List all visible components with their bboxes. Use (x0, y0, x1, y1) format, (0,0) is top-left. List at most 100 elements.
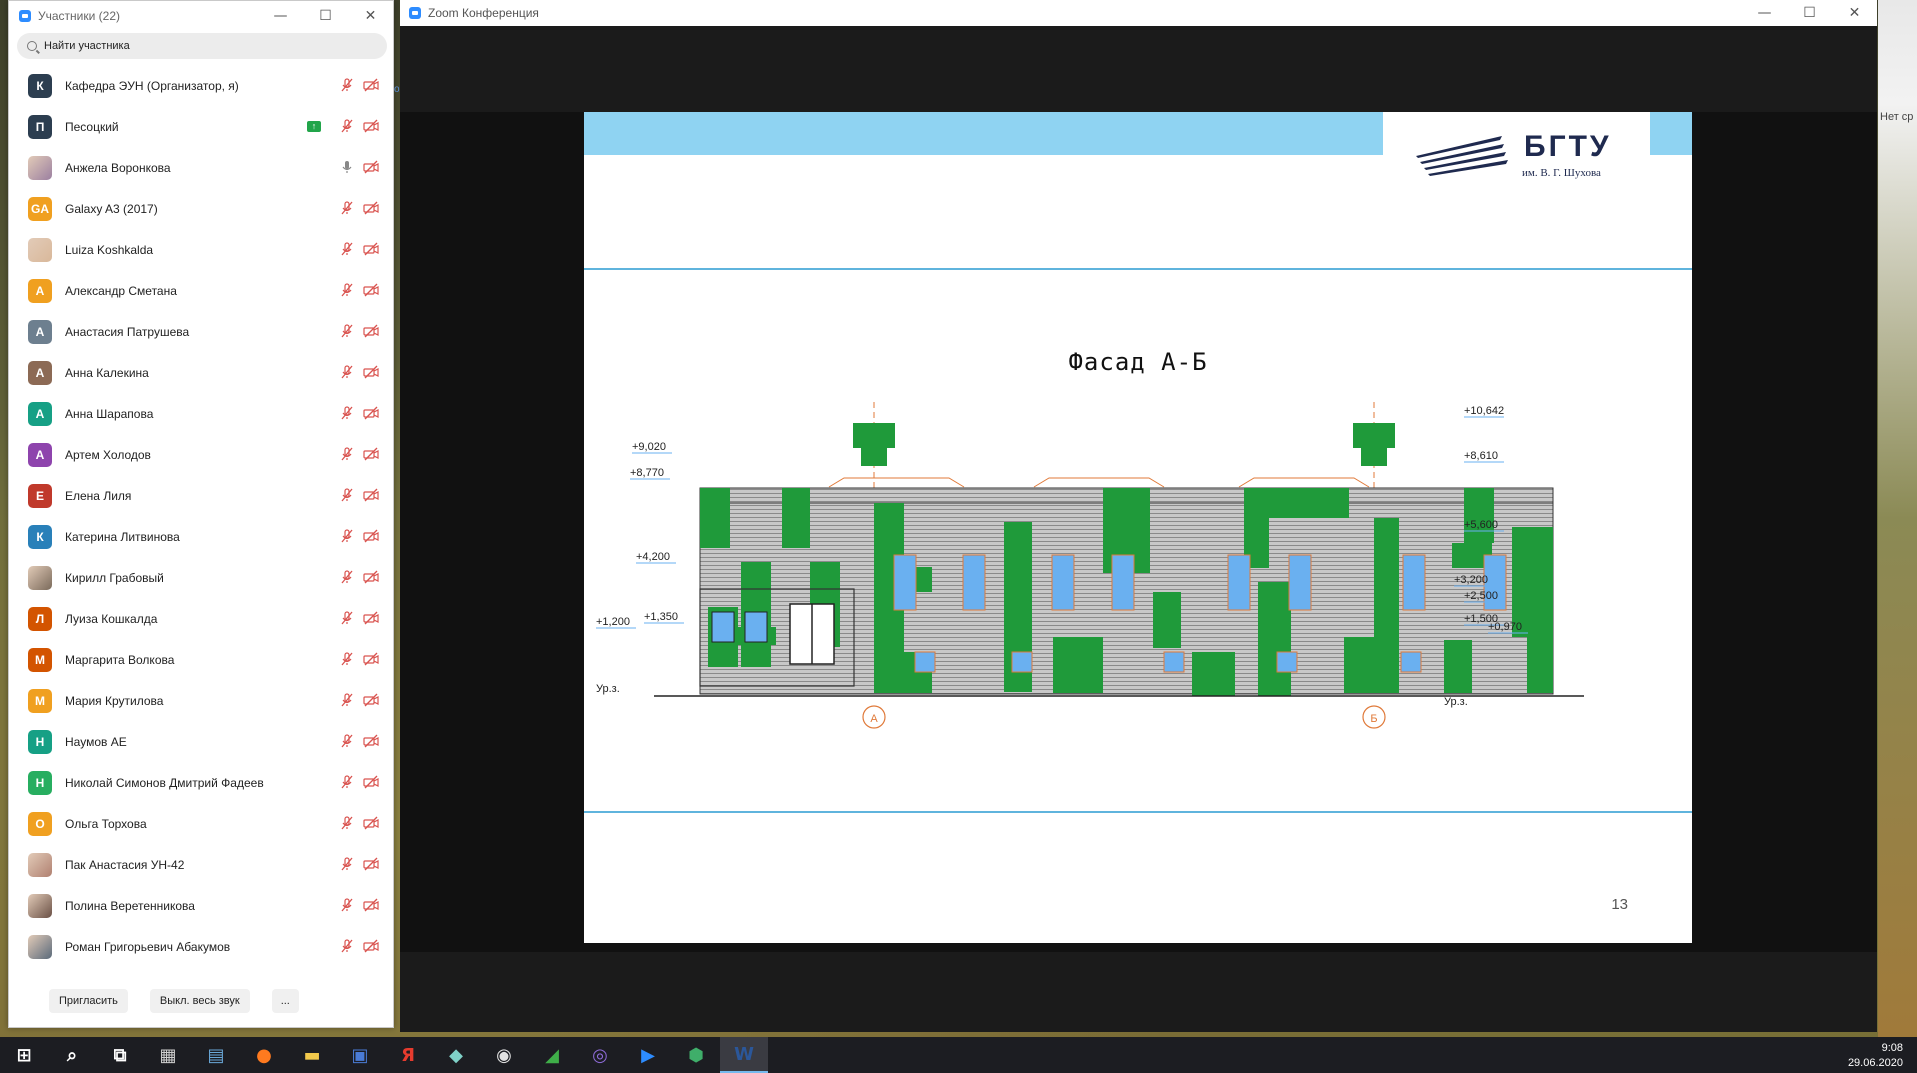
camera-off-icon[interactable] (363, 610, 379, 626)
participant-row[interactable]: М Мария Крутилова (9, 680, 393, 721)
minimize-button[interactable]: — (258, 1, 303, 30)
participant-row[interactable]: Полина Веретенникова (9, 885, 393, 926)
microphone-muted-icon[interactable] (339, 938, 355, 954)
maximize-button[interactable]: ☐ (303, 1, 348, 30)
taskbar-zoom-icon[interactable]: ▶ (624, 1037, 672, 1073)
participants-titlebar[interactable]: Участники (22) — ☐ ✕ (9, 1, 393, 30)
microphone-muted-icon[interactable] (339, 815, 355, 831)
camera-off-icon[interactable] (363, 897, 379, 913)
taskbar-paint-icon[interactable]: ◉ (480, 1037, 528, 1073)
participant-row[interactable]: Роман Григорьевич Абакумов (9, 926, 393, 967)
avatar: Н (28, 729, 52, 754)
taskbar-calculator-icon[interactable]: ▦ (144, 1037, 192, 1073)
camera-off-icon[interactable] (363, 241, 379, 257)
microphone-muted-icon[interactable] (339, 200, 355, 216)
taskbar-clock[interactable]: 9:08 29.06.2020 (1848, 1041, 1903, 1071)
camera-off-icon[interactable] (363, 651, 379, 667)
mute-all-button[interactable]: Выкл. весь звук (149, 989, 250, 1013)
microphone-muted-icon[interactable] (339, 733, 355, 749)
microphone-muted-icon[interactable] (339, 364, 355, 380)
camera-off-icon[interactable] (363, 692, 379, 708)
taskbar-task-view-icon[interactable]: ⧉ (96, 1037, 144, 1073)
invite-button[interactable]: Пригласить (49, 989, 128, 1013)
microphone-muted-icon[interactable] (339, 323, 355, 339)
camera-off-icon[interactable] (363, 938, 379, 954)
microphone-muted-icon[interactable] (339, 282, 355, 298)
more-button[interactable]: ... (271, 989, 299, 1013)
taskbar-firefox-icon[interactable]: ● (240, 1037, 288, 1073)
participant-row[interactable]: А Анна Калекина (9, 352, 393, 393)
participant-row[interactable]: Н Наумов АЕ (9, 721, 393, 762)
participant-status-icons (331, 77, 379, 93)
microphone-muted-icon[interactable] (339, 569, 355, 585)
elevation-label: +4,200 (636, 551, 670, 563)
camera-off-icon[interactable] (363, 323, 379, 339)
participant-row[interactable]: А Анастасия Патрушева (9, 311, 393, 352)
microphone-muted-icon[interactable] (339, 487, 355, 503)
participant-row[interactable]: А Александр Сметана (9, 270, 393, 311)
participant-row[interactable]: Е Елена Лиля (9, 475, 393, 516)
microphone-muted-icon[interactable] (339, 241, 355, 257)
microphone-muted-icon[interactable] (339, 528, 355, 544)
camera-off-icon[interactable] (363, 733, 379, 749)
camera-off-icon[interactable] (363, 487, 379, 503)
participant-row[interactable]: Кирилл Грабовый (9, 557, 393, 598)
camera-off-icon[interactable] (363, 569, 379, 585)
microphone-muted-icon[interactable] (339, 446, 355, 462)
minimize-button[interactable]: — (1742, 0, 1787, 28)
participant-row[interactable]: GA Galaxy A3 (2017) (9, 188, 393, 229)
taskbar-viber-icon[interactable]: ◎ (576, 1037, 624, 1073)
taskbar-vpn-icon[interactable]: ⬢ (672, 1037, 720, 1073)
meeting-titlebar[interactable]: Zoom Конференция — ☐ ✕ (400, 0, 1877, 26)
taskbar-notes-icon[interactable]: ◆ (432, 1037, 480, 1073)
camera-off-icon[interactable] (363, 77, 379, 93)
participant-row[interactable]: Пак Анастасия УН-42 (9, 844, 393, 885)
participant-row[interactable]: Анжела Воронкова (9, 147, 393, 188)
camera-off-icon[interactable] (363, 159, 379, 175)
taskbar-explorer-icon[interactable]: ▬ (288, 1037, 336, 1073)
microphone-muted-icon[interactable] (339, 651, 355, 667)
participant-row[interactable]: К Кафедра ЭУН (Организатор, я) (9, 65, 393, 106)
participant-row[interactable]: О Ольга Торхова (9, 803, 393, 844)
participant-row[interactable]: Л Луиза Кошкалда (9, 598, 393, 639)
camera-off-icon[interactable] (363, 856, 379, 872)
maximize-button[interactable]: ☐ (1787, 0, 1832, 28)
microphone-muted-icon[interactable] (339, 405, 355, 421)
camera-off-icon[interactable] (363, 528, 379, 544)
microphone-muted-icon[interactable] (339, 774, 355, 790)
elevation-label: +0,970 (1488, 621, 1522, 633)
taskbar-search-icon[interactable]: ⌕ (48, 1037, 96, 1073)
camera-off-icon[interactable] (363, 200, 379, 216)
close-button[interactable]: ✕ (348, 1, 393, 30)
microphone-muted-icon[interactable] (339, 77, 355, 93)
camera-off-icon[interactable] (363, 446, 379, 462)
microphone-muted-icon[interactable] (339, 692, 355, 708)
close-button[interactable]: ✕ (1832, 0, 1877, 28)
participant-row[interactable]: А Анна Шарапова (9, 393, 393, 434)
camera-off-icon[interactable] (363, 282, 379, 298)
camera-off-icon[interactable] (363, 405, 379, 421)
microphone-muted-icon[interactable] (339, 897, 355, 913)
camera-off-icon[interactable] (363, 364, 379, 380)
avatar: К (28, 524, 52, 549)
microphone-icon[interactable] (339, 159, 355, 175)
participant-row[interactable]: А Артем Холодов (9, 434, 393, 475)
taskbar-word-pad-icon[interactable]: ▤ (192, 1037, 240, 1073)
participant-row[interactable]: М Маргарита Волкова (9, 639, 393, 680)
taskbar-yandex-icon[interactable]: Я (384, 1037, 432, 1073)
taskbar-start-icon[interactable]: ⊞ (0, 1037, 48, 1073)
camera-off-icon[interactable] (363, 774, 379, 790)
participant-row[interactable]: К Катерина Литвинова (9, 516, 393, 557)
participant-row[interactable]: П Песоцкий ↑ (9, 106, 393, 147)
camera-off-icon[interactable] (363, 118, 379, 134)
microphone-muted-icon[interactable] (339, 610, 355, 626)
participant-row[interactable]: Н Николай Симонов Дмитрий Фадеев (9, 762, 393, 803)
participant-search-input[interactable]: Найти участника (17, 33, 387, 59)
microphone-muted-icon[interactable] (339, 118, 355, 134)
participant-row[interactable]: Luiza Koshkalda (9, 229, 393, 270)
camera-off-icon[interactable] (363, 815, 379, 831)
microphone-muted-icon[interactable] (339, 856, 355, 872)
taskbar-save-icon[interactable]: ▣ (336, 1037, 384, 1073)
taskbar-word-icon[interactable]: W (720, 1037, 768, 1073)
taskbar-excel-like-icon[interactable]: ◢ (528, 1037, 576, 1073)
